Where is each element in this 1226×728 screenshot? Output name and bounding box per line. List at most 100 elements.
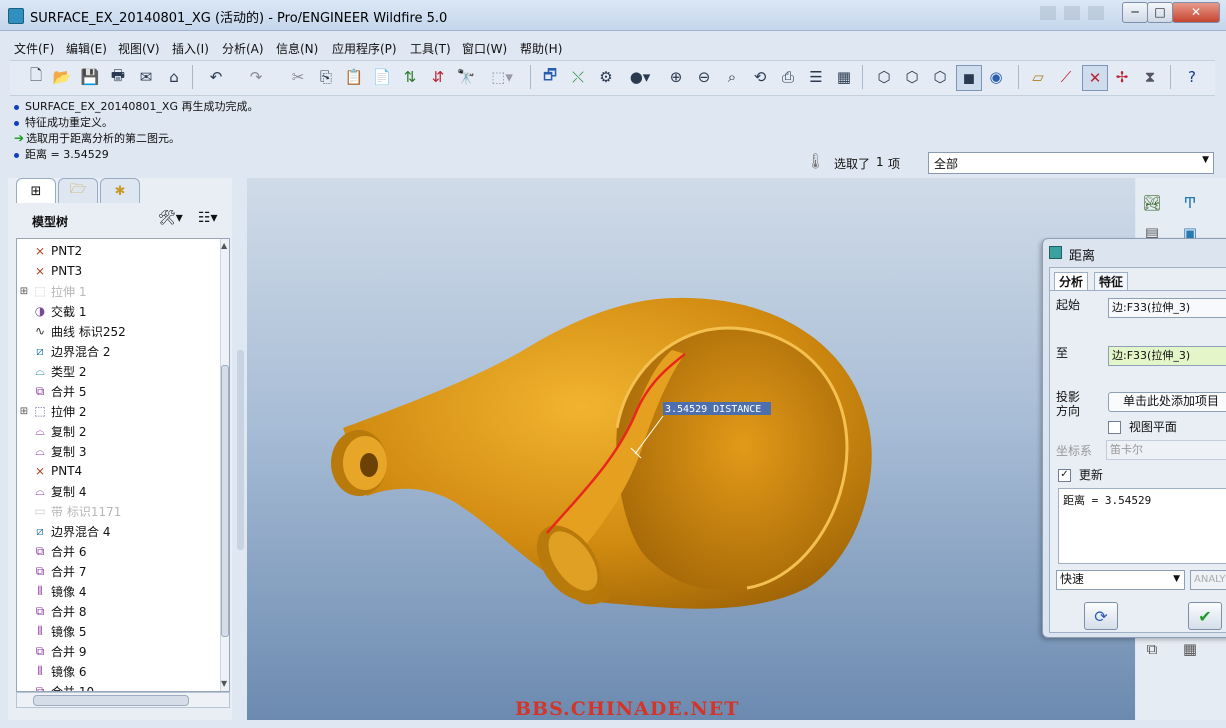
panel-splitter[interactable] <box>237 350 244 550</box>
tree-item[interactable]: ⧄ 边界混合 4 <box>17 521 217 541</box>
layers-icon[interactable]: ☰ <box>804 65 828 89</box>
maximize-button[interactable]: □ <box>1147 2 1173 23</box>
tree-item[interactable]: ⧉ 合并 7 <box>17 561 217 581</box>
shading-icon[interactable]: ◼ <box>956 65 982 91</box>
expand-icon[interactable]: ⊞ <box>17 286 31 297</box>
csys-dropdown[interactable]: 笛卡尔 <box>1106 440 1226 460</box>
open-folder-icon[interactable]: 📂 <box>50 65 74 89</box>
tree-horizontal-scrollbar[interactable] <box>16 692 230 708</box>
tree-settings-icon[interactable]: 🛠▾ <box>158 210 183 226</box>
tree-item[interactable]: ⌓ 复制 2 <box>17 421 217 441</box>
send-mail-icon[interactable]: ✉ <box>134 65 158 89</box>
tree-item[interactable]: ⫴ 镜像 6 <box>17 661 217 681</box>
graphics-viewport[interactable]: 3.54529 DISTANCE BBS.CHINADE.NET <box>247 178 1135 720</box>
datum-point-display-icon[interactable]: ✕ <box>1082 65 1108 91</box>
mode-dropdown[interactable]: 快速 ▼ <box>1056 570 1185 590</box>
tree-show-icon[interactable]: ☷▾ <box>198 210 218 226</box>
tree-item[interactable]: ⊞ ⬚ 拉伸 2 <box>17 401 217 421</box>
hidden-line-icon[interactable]: ⬡ <box>900 65 924 89</box>
reorient-icon[interactable]: ⟲ <box>748 65 772 89</box>
extrude-tool-icon[interactable]: Ͳ <box>1178 194 1202 216</box>
tree-item[interactable]: ⧉ 合并 8 <box>17 601 217 621</box>
regenerate-icon[interactable]: ⇅ <box>398 65 422 89</box>
undo-icon[interactable]: ↶ <box>204 65 228 89</box>
update-checkbox[interactable]: ✓ <box>1058 469 1071 482</box>
menu-item[interactable]: 工具(T) <box>410 40 451 57</box>
menu-item[interactable]: 编辑(E) <box>66 40 107 57</box>
tab-analysis[interactable]: 分析 <box>1054 272 1089 291</box>
tree-item[interactable]: ⫴ 镜像 4 <box>17 581 217 601</box>
scroll-down-icon[interactable]: ▼ <box>221 679 227 688</box>
add-projection-button[interactable]: 单击此处添加项目 <box>1108 392 1226 412</box>
h-scroll-thumb[interactable] <box>33 695 189 706</box>
tree-item[interactable]: ⨯ PNT2 <box>17 241 217 261</box>
tree-item[interactable]: ⫴ 镜像 5 <box>17 621 217 641</box>
to-collector[interactable]: 边:F33(拉伸_3) <box>1108 346 1226 366</box>
ok-button[interactable]: ✔ <box>1188 602 1222 630</box>
tree-item[interactable]: ⧉ 合并 5 <box>17 381 217 401</box>
view-plane-checkbox[interactable] <box>1108 421 1121 434</box>
tree-item[interactable]: ⨯ PNT4 <box>17 461 217 481</box>
cut-icon[interactable]: ✂ <box>286 65 310 89</box>
sketch-icon[interactable]: 🏞 <box>1140 194 1164 216</box>
favorites-tab[interactable]: ✱ <box>100 178 140 203</box>
enhanced-realism-icon[interactable]: ◉ <box>984 65 1008 89</box>
from-collector[interactable]: 边:F33(拉伸_3) <box>1108 298 1226 318</box>
recompute-button[interactable]: ⟳ <box>1084 602 1118 630</box>
tree-vertical-scrollbar[interactable]: ▲ ▼ <box>220 239 229 691</box>
regen-manager-icon[interactable]: ⇵ <box>426 65 450 89</box>
table-icon[interactable]: ▦ <box>1178 640 1202 662</box>
wireframe-icon[interactable]: ⬡ <box>872 65 896 89</box>
tree-item[interactable]: ⧄ 边界混合 2 <box>17 341 217 361</box>
tree-item[interactable]: ▭ 带 标识1171 <box>17 501 217 521</box>
spin-center-icon[interactable]: ⤬ <box>566 65 590 89</box>
save-icon[interactable]: 💾 <box>78 65 102 89</box>
repaint-icon[interactable]: 🗗 <box>538 65 562 89</box>
tree-item[interactable]: ⌓ 类型 2 <box>17 361 217 381</box>
csys-display-icon[interactable]: ✢ <box>1110 65 1134 89</box>
splitter-handle[interactable] <box>237 350 244 550</box>
refit-icon[interactable]: ⌕ <box>720 65 744 89</box>
datum-axis-display-icon[interactable]: ⟋ <box>1054 65 1078 89</box>
find-icon[interactable]: 🔭 <box>454 65 478 89</box>
context-help-icon[interactable]: ? <box>1180 65 1204 89</box>
expand-icon[interactable]: ⊞ <box>17 406 31 417</box>
view-manager-icon[interactable]: ▦ <box>832 65 856 89</box>
menu-item[interactable]: 插入(I) <box>172 40 209 57</box>
menu-item[interactable]: 视图(V) <box>118 40 160 57</box>
model-tree-tab[interactable]: ⊞ <box>16 178 56 203</box>
tree-item[interactable]: ⌓ 复制 3 <box>17 441 217 461</box>
select-box-icon[interactable]: ⬚▾ <box>482 65 522 89</box>
datum-plane-display-icon[interactable]: ▱ <box>1026 65 1050 89</box>
pattern-icon[interactable]: ⧉ <box>1140 640 1164 662</box>
scroll-thumb[interactable] <box>221 365 229 637</box>
menu-item[interactable]: 文件(F) <box>14 40 54 57</box>
saved-views-icon[interactable]: ⎙ <box>776 65 800 89</box>
zoom-out-icon[interactable]: ⊖ <box>692 65 716 89</box>
print-icon[interactable]: 🖶 <box>106 65 130 89</box>
menu-item[interactable]: 应用程序(P) <box>332 40 397 57</box>
update-row[interactable]: ✓ 更新 <box>1058 466 1103 483</box>
tree-item[interactable]: ◑ 交截 1 <box>17 301 217 321</box>
view-plane-row[interactable]: 视图平面 <box>1108 418 1177 435</box>
tree-item[interactable]: ⧉ 合并 9 <box>17 641 217 661</box>
orient-mode-icon[interactable]: ⚙ <box>594 65 618 89</box>
analysis-name-field[interactable]: ANALYSIS <box>1190 570 1226 590</box>
annotation-display-icon[interactable]: ⧗ <box>1138 65 1162 89</box>
zoom-in-icon[interactable]: ⊕ <box>664 65 688 89</box>
copy-icon[interactable]: ⎘ <box>314 65 338 89</box>
menu-item[interactable]: 分析(A) <box>222 40 264 57</box>
tree-item[interactable]: ⌓ 复制 4 <box>17 481 217 501</box>
menu-item[interactable]: 信息(N) <box>276 40 318 57</box>
tree-item[interactable]: ∿ 曲线 标识252 <box>17 321 217 341</box>
selection-filter-dropdown[interactable]: 全部 ▼ <box>928 152 1214 174</box>
tree-item[interactable]: ⨯ PNT3 <box>17 261 217 281</box>
menu-item[interactable]: 帮助(H) <box>520 40 562 57</box>
appearance-icon[interactable]: ●▾ <box>622 65 658 89</box>
model-tree-list[interactable]: ⨯ PNT2 ⨯ PNT3 ⊞ ⬚ 拉伸 1 ◑ 交截 1 ∿ 曲线 标识252 ⧄ 边界混合 2 ⌓ 类型… <box>16 238 230 692</box>
redo-icon[interactable]: ↷ <box>244 65 268 89</box>
tree-item[interactable]: ⧉ 合并 10 <box>17 681 217 692</box>
no-hidden-icon[interactable]: ⬡ <box>928 65 952 89</box>
tree-item[interactable]: ⊞ ⬚ 拉伸 1 <box>17 281 217 301</box>
new-file-icon[interactable]: 🗋 <box>24 65 48 89</box>
